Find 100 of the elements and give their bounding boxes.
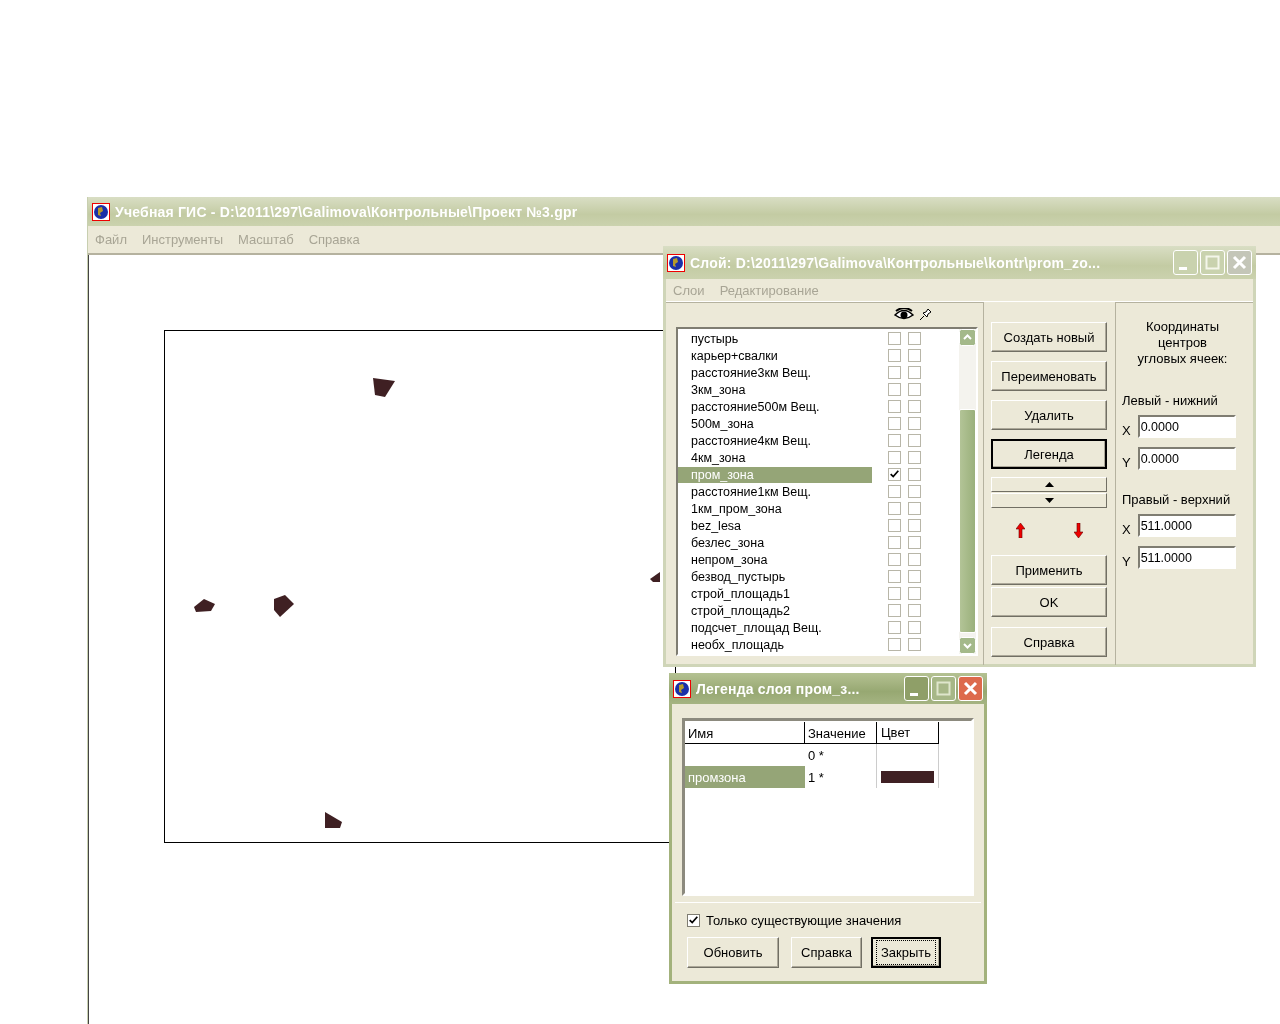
dialog-button[interactable]: Закрыть bbox=[871, 937, 941, 968]
column-header[interactable]: Значение bbox=[805, 722, 877, 744]
layer-item[interactable]: расстояние3км Вещ. bbox=[678, 364, 872, 381]
dialog-button[interactable]: Обновить bbox=[687, 937, 779, 968]
visibility-checkbox[interactable] bbox=[888, 485, 901, 498]
layer-item[interactable]: необх_площадь bbox=[678, 636, 872, 653]
pin-checkbox[interactable] bbox=[908, 536, 921, 549]
visibility-checkbox[interactable] bbox=[888, 349, 901, 362]
table-cell: 1 * bbox=[805, 766, 877, 788]
close-button[interactable] bbox=[958, 676, 983, 701]
coordinate-field[interactable]: 0.0000 bbox=[1137, 447, 1236, 470]
pin-checkbox[interactable] bbox=[908, 621, 921, 634]
visibility-checkbox[interactable] bbox=[888, 434, 901, 447]
pin-checkbox[interactable] bbox=[908, 383, 921, 396]
dialog-button[interactable]: Создать новый bbox=[991, 322, 1107, 352]
visibility-checkbox[interactable] bbox=[888, 400, 901, 413]
visibility-checkbox[interactable] bbox=[888, 570, 901, 583]
coordinate-field[interactable]: 511.0000 bbox=[1137, 546, 1236, 569]
dialog-button[interactable]: Легенда bbox=[991, 439, 1107, 469]
visibility-checkbox[interactable] bbox=[888, 638, 901, 651]
pin-checkbox[interactable] bbox=[908, 332, 921, 345]
visibility-checkbox[interactable] bbox=[888, 519, 901, 532]
map-polygon bbox=[274, 595, 294, 617]
maximize-button[interactable] bbox=[931, 676, 956, 701]
dialog-button[interactable]: OK bbox=[991, 587, 1107, 617]
layer-item[interactable]: строй_площадь2 bbox=[678, 602, 872, 619]
layer-item[interactable]: 1км_пром_зона bbox=[678, 500, 872, 517]
coordinate-field[interactable]: 0.0000 bbox=[1137, 415, 1236, 438]
maximize-button[interactable] bbox=[1200, 250, 1225, 275]
visibility-checkbox[interactable] bbox=[888, 553, 901, 566]
scroll-up-icon[interactable] bbox=[959, 329, 976, 346]
visibility-checkbox[interactable] bbox=[888, 332, 901, 345]
pin-checkbox[interactable] bbox=[908, 366, 921, 379]
minimize-icon bbox=[910, 692, 918, 696]
layer-item[interactable]: безвод_пустырь bbox=[678, 568, 872, 585]
layer-item[interactable]: расстояние500м Вещ. bbox=[678, 398, 872, 415]
globe-icon bbox=[92, 202, 110, 221]
move-up-button[interactable] bbox=[991, 477, 1107, 492]
pin-checkbox[interactable] bbox=[908, 468, 921, 481]
layer-item[interactable]: строй_площадь1 bbox=[678, 585, 872, 602]
map-polygon bbox=[650, 572, 660, 582]
pin-checkbox[interactable] bbox=[908, 349, 921, 362]
dialog-button[interactable]: Переименовать bbox=[991, 361, 1107, 391]
layer-item[interactable]: безлес_зона bbox=[678, 534, 872, 551]
window-title: Легенда слоя пром_з... bbox=[696, 680, 860, 697]
layer-item[interactable]: расстояние4км Вещ. bbox=[678, 432, 872, 449]
column-header[interactable]: Цвет bbox=[877, 722, 939, 744]
globe-icon bbox=[673, 679, 691, 698]
visibility-checkbox[interactable] bbox=[888, 587, 901, 600]
minimize-button[interactable] bbox=[1173, 250, 1198, 275]
dialog-button[interactable]: Удалить bbox=[991, 400, 1107, 430]
up-triangle-icon bbox=[1044, 482, 1054, 487]
visibility-checkbox[interactable] bbox=[888, 366, 901, 379]
scrollbar[interactable] bbox=[959, 329, 976, 654]
pin-checkbox[interactable] bbox=[908, 485, 921, 498]
scroll-down-icon[interactable] bbox=[959, 637, 976, 654]
pin-checkbox[interactable] bbox=[908, 570, 921, 583]
checkbox[interactable] bbox=[687, 914, 700, 927]
window-title: Учебная ГИС - D:\2011\297\Galimova\Контрольные\Проект №3.gpr bbox=[115, 203, 578, 220]
layer-item[interactable]: 4км_зона bbox=[678, 449, 872, 466]
layer-item[interactable]: непром_зона bbox=[678, 551, 872, 568]
pin-checkbox[interactable] bbox=[908, 417, 921, 430]
pin-checkbox[interactable] bbox=[908, 553, 921, 566]
close-button[interactable] bbox=[1227, 250, 1252, 275]
pin-checkbox[interactable] bbox=[908, 638, 921, 651]
up-arrow-icon[interactable] bbox=[1015, 523, 1025, 538]
layer-item[interactable]: подсчет_площад Вещ. bbox=[678, 619, 872, 636]
pin-checkbox[interactable] bbox=[908, 604, 921, 617]
move-down-button[interactable] bbox=[991, 493, 1107, 508]
visibility-checkbox[interactable] bbox=[888, 604, 901, 617]
visibility-checkbox[interactable] bbox=[888, 468, 901, 481]
layer-item[interactable]: 500м_зона bbox=[678, 415, 872, 432]
minimize-button[interactable] bbox=[904, 676, 929, 701]
layer-item[interactable]: 3км_зона bbox=[678, 381, 872, 398]
visibility-checkbox[interactable] bbox=[888, 502, 901, 515]
layer-item[interactable]: карьер+свалки bbox=[678, 347, 872, 364]
layer-item[interactable]: расстояние1км Вещ. bbox=[678, 483, 872, 500]
pin-checkbox[interactable] bbox=[908, 434, 921, 447]
dialog-button[interactable]: Справка bbox=[791, 937, 862, 968]
scroll-thumb[interactable] bbox=[959, 409, 976, 633]
pin-checkbox[interactable] bbox=[908, 519, 921, 532]
pin-checkbox[interactable] bbox=[908, 587, 921, 600]
visibility-checkbox[interactable] bbox=[888, 536, 901, 549]
dialog-button[interactable]: Справка bbox=[991, 627, 1107, 657]
visibility-checkbox[interactable] bbox=[888, 621, 901, 634]
group-label: Правый - верхний bbox=[1122, 492, 1232, 507]
dialog-button[interactable]: Применить bbox=[991, 555, 1107, 585]
layer-item[interactable]: bez_lesa bbox=[678, 517, 872, 534]
visibility-checkbox[interactable] bbox=[888, 383, 901, 396]
layer-item[interactable]: пустырь bbox=[678, 330, 872, 347]
visibility-checkbox[interactable] bbox=[888, 451, 901, 464]
axis-label: X bbox=[1122, 423, 1131, 438]
pin-checkbox[interactable] bbox=[908, 400, 921, 413]
globe-icon bbox=[667, 253, 685, 272]
visibility-checkbox[interactable] bbox=[888, 417, 901, 430]
down-arrow-icon[interactable] bbox=[1073, 523, 1083, 538]
column-header[interactable]: Имя bbox=[685, 722, 805, 744]
pin-checkbox[interactable] bbox=[908, 502, 921, 515]
pin-checkbox[interactable] bbox=[908, 451, 921, 464]
coordinate-field[interactable]: 511.0000 bbox=[1137, 514, 1236, 537]
